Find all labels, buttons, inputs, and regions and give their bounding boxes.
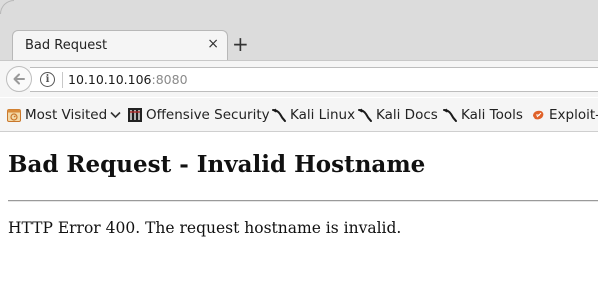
bookmark-label: Most Visited — [25, 107, 108, 123]
navigation-toolbar: i 10.10.10.106:8080 — [0, 60, 598, 97]
page-content: Bad Request - Invalid Hostname HTTP Erro… — [0, 133, 598, 299]
bookmark-kali-tools[interactable]: Kali Tools — [442, 106, 523, 124]
bookmark-kali-docs[interactable]: Kali Docs — [357, 106, 438, 124]
site-info-icon[interactable]: i — [40, 72, 55, 87]
bookmark-offensive-security[interactable]: Offensive Security — [127, 106, 270, 124]
bookmark-kali-linux[interactable]: Kali Linux — [271, 106, 355, 124]
tab-title: Bad Request — [25, 38, 108, 53]
window-titlebar: Bad Request × + — [0, 0, 598, 60]
error-message: HTTP Error 400. The request hostname is … — [8, 219, 402, 237]
most-visited-icon — [7, 109, 21, 122]
bookmark-label: Exploit- — [549, 107, 598, 123]
page-title: Bad Request - Invalid Hostname — [8, 151, 426, 178]
exploit-db-icon — [533, 110, 544, 120]
url-separator — [62, 72, 63, 88]
bookmark-most-visited[interactable]: Most Visited — [6, 106, 121, 124]
horizontal-divider — [8, 200, 598, 202]
bookmarks-toolbar: Most Visited Offensive Security Kali Lin… — [0, 98, 598, 132]
tab-bad-request[interactable]: Bad Request × — [12, 30, 228, 60]
tab-close-icon[interactable]: × — [207, 36, 219, 52]
bookmark-label: Offensive Security — [146, 107, 270, 123]
kali-dragon-icon — [358, 108, 372, 122]
offsec-icon — [128, 108, 142, 122]
bookmark-exploit-db[interactable]: Exploit- — [530, 106, 598, 124]
url-port: :8080 — [151, 72, 188, 87]
kali-dragon-icon — [443, 108, 457, 122]
url-host: 10.10.10.106 — [68, 72, 152, 87]
back-button[interactable] — [6, 66, 32, 92]
bookmark-label: Kali Tools — [461, 107, 523, 123]
bookmark-label: Kali Docs — [376, 107, 438, 123]
back-arrow-icon — [13, 73, 25, 85]
window-corner — [0, 0, 14, 14]
kali-dragon-icon — [272, 108, 286, 122]
url-bar[interactable]: i 10.10.10.106:8080 — [30, 67, 598, 92]
new-tab-icon[interactable]: + — [232, 33, 249, 55]
bookmark-label: Kali Linux — [290, 107, 356, 123]
url-text[interactable]: 10.10.10.106:8080 — [68, 72, 188, 87]
chevron-down-icon — [110, 111, 121, 119]
